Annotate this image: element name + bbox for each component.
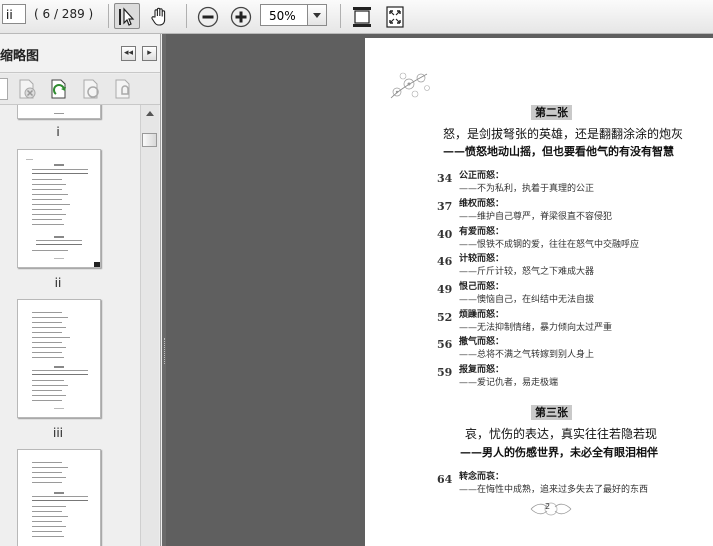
- toolbar: ii ( 6 / 289 ) 50%: [0, 0, 713, 34]
- scroll-up-arrow-icon[interactable]: [142, 106, 158, 122]
- collapse-panel-button[interactable]: ◂◂: [121, 46, 136, 61]
- page-fragment-icon: [0, 78, 8, 100]
- zoom-out-button[interactable]: [194, 3, 220, 29]
- toc-entry-title: 恨己而怒：: [459, 282, 505, 292]
- toc-entry[interactable]: 49 恨己而怒： ——懊恼自己，在纠结中无法自拔: [365, 279, 713, 307]
- toc-page-number: 34: [437, 172, 453, 185]
- toc-entry-title: 烦躁而怒：: [459, 310, 505, 320]
- extract-page-icon[interactable]: [80, 78, 102, 100]
- toc-entry[interactable]: 56 撒气而怒： ——总将不满之气转嫁到别人身上: [365, 334, 713, 362]
- page-number: 2: [545, 502, 551, 511]
- section-title: 哀，忧伤的表达，真实往往若隐若现: [465, 427, 658, 441]
- document-page: 第二张 怒，是剑拔弩张的英雄，还是翻翻涂涂的炮灰 ——愤怒地动山摇，但也要看他气…: [365, 38, 713, 546]
- thumbnail-list: i ii iii: [0, 105, 140, 546]
- section-heading: 第三张: [531, 405, 572, 420]
- panel-menu-button[interactable]: ▸: [142, 46, 157, 61]
- toc-page-number: 52: [437, 311, 453, 324]
- hand-icon: [151, 7, 166, 26]
- panel-splitter[interactable]: [162, 34, 166, 546]
- toc-entry-title: 报复而怒：: [459, 365, 505, 375]
- section-subtitle: ——男人的伤感世界，未必全有眼泪相伴: [460, 446, 658, 459]
- select-tool-button[interactable]: [114, 3, 140, 29]
- section-heading: 第二张: [531, 105, 572, 120]
- toc-entry-subtitle: ——不为私利，执着于真理的公正: [459, 184, 595, 194]
- toc-entry[interactable]: 40 有爱而怒： ——恨铁不成钢的爱，往往在怒气中交融呼应: [365, 224, 713, 252]
- toc-entry-title: 撒气而怒：: [459, 337, 505, 347]
- toc-entry[interactable]: 46 计较而怒： ——斤斤计较，怒气之下难成大器: [365, 251, 713, 279]
- toc-entry-subtitle: ——维护自己尊严，脊梁很直不容侵犯: [459, 212, 613, 222]
- page-number-ornament: 2: [529, 500, 573, 518]
- splitter-grip[interactable]: [164, 338, 166, 364]
- toc-entry-title: 维权而怒：: [459, 199, 505, 209]
- toc-entry-title: 计较而怒：: [459, 254, 505, 264]
- rotate-page-icon[interactable]: [48, 78, 70, 100]
- toolbar-divider: [186, 4, 187, 28]
- zoom-level-input[interactable]: 50%: [260, 4, 312, 26]
- section-title: 怒，是剑拔弩张的英雄，还是翻翻涂涂的炮灰: [443, 127, 684, 141]
- toc-entry[interactable]: 37 维权而怒： ——维护自己尊严，脊梁很直不容侵犯: [365, 196, 713, 224]
- toc-entry-subtitle: ——恨铁不成钢的爱，往往在怒气中交融呼应: [459, 240, 640, 250]
- toc-page-number: 37: [437, 200, 453, 213]
- toc-page-number: 46: [437, 255, 453, 268]
- toc-page-number: 64: [437, 473, 453, 486]
- delete-page-icon[interactable]: [16, 78, 38, 100]
- zoom-dropdown-button[interactable]: [307, 4, 327, 26]
- fit-page-icon: [386, 6, 404, 28]
- page-number-ornament-icon: [530, 502, 572, 516]
- toc-entry[interactable]: 52 烦躁而怒： ——无法抑制情绪，暴力倾向太过严重: [365, 307, 713, 335]
- thumbnail-text-line: [54, 113, 64, 114]
- hand-tool-button[interactable]: [146, 3, 172, 29]
- toc-entry-subtitle: ——总将不满之气转嫁到别人身上: [459, 350, 595, 360]
- toc-page-number: 56: [437, 338, 453, 351]
- cursor-icon: [119, 7, 135, 26]
- resize-handle[interactable]: [94, 262, 100, 267]
- thumbnail-scrollbar[interactable]: [140, 105, 159, 546]
- fit-width-button[interactable]: [349, 3, 375, 29]
- fit-page-button[interactable]: [382, 3, 408, 29]
- thumbnail-panel: 缩略图 ◂◂ ▸ i ii iii: [0, 34, 161, 546]
- toolbar-divider: [108, 4, 109, 28]
- toc-entry-subtitle: ——斤斤计较，怒气之下难成大器: [459, 267, 595, 277]
- toc-entry-title: 转念而哀：: [459, 472, 505, 482]
- page-number-input[interactable]: ii: [2, 4, 26, 24]
- thumbnail-panel-header: 缩略图 ◂◂ ▸: [0, 34, 160, 73]
- thumbnail-label: iii: [52, 426, 63, 440]
- page-thumbnail[interactable]: [17, 299, 101, 418]
- panel-title: 缩略图: [0, 49, 40, 64]
- thumbnail-label: ii: [54, 276, 62, 290]
- thumbnail-label: i: [56, 125, 60, 139]
- toc-entry-subtitle: ——无法抑制情绪，暴力倾向太过严重: [459, 323, 613, 333]
- plus-circle-icon: [230, 6, 252, 28]
- toc-entry[interactable]: 64 转念而哀： ——在悔性中成熟，追来过多失去了最好的东西: [365, 469, 713, 497]
- toc-page-number: 59: [437, 366, 453, 379]
- toc-entry[interactable]: 34 公正而怒： ——不为私利，执着于真理的公正: [365, 168, 713, 196]
- toc-entry-title: 有爱而怒：: [459, 227, 505, 237]
- page-count: ( 6 / 289 ): [34, 7, 94, 21]
- toc-entry[interactable]: 59 报复而怒： ——爱记仇者，易走极端: [365, 362, 713, 390]
- toc-entry-subtitle: ——在悔性中成熟，追来过多失去了最好的东西: [459, 485, 649, 495]
- minus-circle-icon: [197, 6, 219, 28]
- page-thumbnail-selected[interactable]: [17, 149, 101, 268]
- print-page-icon[interactable]: [112, 78, 134, 100]
- toc-entry-subtitle: ——懊恼自己，在纠结中无法自拔: [459, 295, 595, 305]
- toc-entry-subtitle: ——爱记仇者，易走极端: [459, 378, 559, 388]
- fit-width-icon: [353, 7, 371, 27]
- zoom-in-button[interactable]: [227, 3, 253, 29]
- floral-ornament-icon: [390, 72, 430, 99]
- thumbnail-tools: [0, 74, 160, 105]
- page-thumbnail[interactable]: [17, 449, 101, 546]
- toolbar-divider: [340, 4, 341, 28]
- page-thumbnail[interactable]: [17, 105, 101, 119]
- toc-page-number: 49: [437, 283, 453, 296]
- section-subtitle: ——愤怒地动山摇，但也要看他气的有没有智慧: [443, 145, 674, 158]
- toc-page-number: 40: [437, 228, 453, 241]
- toc-entry-title: 公正而怒：: [459, 171, 505, 181]
- scrollbar-thumb[interactable]: [142, 133, 157, 147]
